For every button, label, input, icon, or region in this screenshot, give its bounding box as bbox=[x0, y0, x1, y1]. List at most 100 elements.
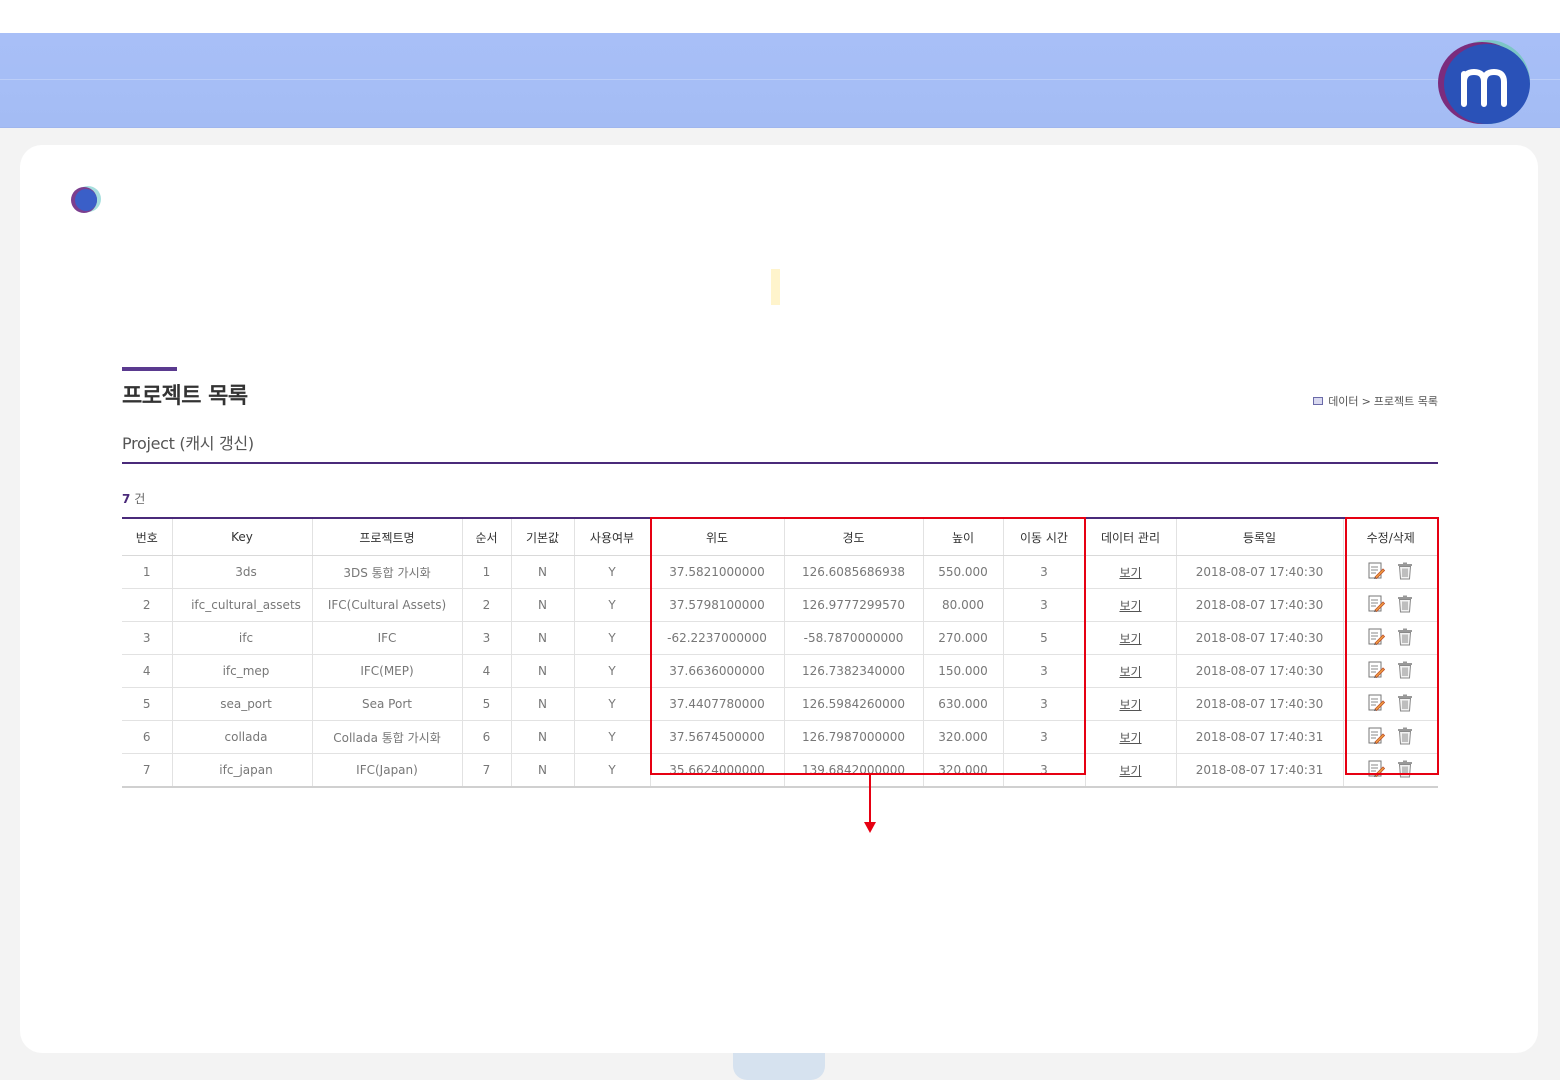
cell-height: 550.000 bbox=[922, 555, 1003, 589]
cell-move-time: 5 bbox=[1002, 621, 1085, 655]
cell-name: Collada 통합 가시화 bbox=[311, 720, 462, 754]
trash-icon[interactable] bbox=[1397, 595, 1413, 616]
cell-key: ifc_cultural_assets bbox=[171, 588, 312, 622]
cell-reg-date: 2018-08-07 17:40:31 bbox=[1175, 753, 1343, 788]
cell-actions bbox=[1342, 588, 1438, 622]
cell-lat: 37.6636000000 bbox=[649, 654, 784, 688]
cell-key: collada bbox=[171, 720, 312, 754]
trash-icon[interactable] bbox=[1397, 562, 1413, 583]
cell-key: ifc_japan bbox=[171, 753, 312, 788]
cell-move-time: 3 bbox=[1002, 654, 1085, 688]
col-header-move-time: 이동 시간 bbox=[1002, 518, 1085, 556]
cell-lat: 37.5821000000 bbox=[649, 555, 784, 589]
table-row: 5 sea_port Sea Port 5 N Y 37.4407780000 126.598… bbox=[122, 687, 1438, 721]
cell-actions bbox=[1342, 555, 1438, 589]
cell-lon: 126.9777299570 bbox=[783, 588, 923, 622]
bottom-handle[interactable] bbox=[733, 1053, 825, 1080]
result-count-unit: 건 bbox=[134, 492, 146, 506]
view-link[interactable]: 보기 bbox=[1119, 665, 1141, 679]
edit-icon[interactable] bbox=[1368, 727, 1386, 748]
cell-use: Y bbox=[573, 555, 650, 589]
cell-reg-date: 2018-08-07 17:40:30 bbox=[1175, 687, 1343, 721]
cell-lat: 37.5798100000 bbox=[649, 588, 784, 622]
cell-reg-date: 2018-08-07 17:40:31 bbox=[1175, 720, 1343, 754]
view-link[interactable]: 보기 bbox=[1119, 731, 1141, 745]
cell-default: N bbox=[510, 720, 574, 754]
page-title: 프로젝트 목록 bbox=[122, 384, 248, 409]
breadcrumb-separator: > bbox=[1361, 394, 1371, 408]
cell-lon: -58.7870000000 bbox=[783, 621, 923, 655]
cell-move-time: 3 bbox=[1002, 720, 1085, 754]
cell-height: 270.000 bbox=[922, 621, 1003, 655]
cell-move-time: 3 bbox=[1002, 687, 1085, 721]
view-link[interactable]: 보기 bbox=[1119, 599, 1141, 613]
cell-reg-date: 2018-08-07 17:40:30 bbox=[1175, 621, 1343, 655]
cell-key: ifc bbox=[171, 621, 312, 655]
table-row: 4 ifc_mep IFC(MEP) 4 N Y 37.6636000000 126.7382… bbox=[122, 654, 1438, 688]
col-header-key: Key bbox=[171, 518, 312, 556]
cell-data-mgmt: 보기 bbox=[1084, 753, 1176, 788]
cell-use: Y bbox=[573, 687, 650, 721]
trash-icon[interactable] bbox=[1397, 628, 1413, 649]
sub-title-cache-refresh[interactable]: Project (캐시 갱신) bbox=[122, 430, 254, 454]
breadcrumb-parent[interactable]: 데이터 bbox=[1328, 393, 1358, 409]
cell-move-time: 3 bbox=[1002, 588, 1085, 622]
cell-height: 320.000 bbox=[922, 720, 1003, 754]
dot-logo-icon bbox=[71, 186, 101, 213]
cell-actions bbox=[1342, 687, 1438, 721]
cell-order: 4 bbox=[461, 654, 511, 688]
table-row: 7 ifc_japan IFC(Japan) 7 N Y 35.6624000000 139.… bbox=[122, 753, 1438, 788]
cell-order: 5 bbox=[461, 687, 511, 721]
cell-use: Y bbox=[573, 753, 650, 788]
cell-lon: 126.7987000000 bbox=[783, 720, 923, 754]
edit-icon[interactable] bbox=[1368, 760, 1386, 781]
table-row: 6 collada Collada 통합 가시화 6 N Y 37.5674500000 12… bbox=[122, 720, 1438, 754]
view-link[interactable]: 보기 bbox=[1119, 632, 1141, 646]
edit-icon[interactable] bbox=[1368, 562, 1386, 583]
top-bar bbox=[0, 0, 1560, 33]
view-link[interactable]: 보기 bbox=[1119, 698, 1141, 712]
logo-m-icon[interactable] bbox=[1436, 38, 1532, 126]
cell-default: N bbox=[510, 687, 574, 721]
col-header-reg-date: 등록일 bbox=[1175, 518, 1343, 556]
cell-no: 1 bbox=[122, 555, 172, 589]
project-table: 번호 Key 프로젝트명 순서 기본값 사용여부 위도 경도 높이 이동 시간 … bbox=[122, 517, 1438, 788]
cell-move-time: 3 bbox=[1002, 555, 1085, 589]
cell-move-time: 3 bbox=[1002, 753, 1085, 788]
table-row: 2 ifc_cultural_assets IFC(Cultural Assets)… bbox=[122, 588, 1438, 622]
cell-no: 3 bbox=[122, 621, 172, 655]
trash-icon[interactable] bbox=[1397, 661, 1413, 682]
title-accent-bar bbox=[122, 367, 177, 371]
cell-use: Y bbox=[573, 621, 650, 655]
cell-actions bbox=[1342, 753, 1438, 788]
cell-key: sea_port bbox=[171, 687, 312, 721]
title-divider bbox=[122, 462, 1438, 464]
trash-icon[interactable] bbox=[1397, 727, 1413, 748]
edit-icon[interactable] bbox=[1368, 628, 1386, 649]
cell-no: 4 bbox=[122, 654, 172, 688]
cell-actions bbox=[1342, 621, 1438, 655]
view-link[interactable]: 보기 bbox=[1119, 566, 1141, 580]
trash-icon[interactable] bbox=[1397, 760, 1413, 781]
view-link[interactable]: 보기 bbox=[1119, 764, 1141, 778]
cell-name: Sea Port bbox=[311, 687, 462, 721]
breadcrumb: 데이터 > 프로젝트 목록 bbox=[1313, 393, 1438, 409]
cell-actions bbox=[1342, 654, 1438, 688]
cell-name: IFC(Cultural Assets) bbox=[311, 588, 462, 622]
edit-icon[interactable] bbox=[1368, 661, 1386, 682]
col-header-data-mgmt: 데이터 관리 bbox=[1084, 518, 1176, 556]
col-header-lon: 경도 bbox=[783, 518, 923, 556]
edit-icon[interactable] bbox=[1368, 694, 1386, 715]
result-count: 7 건 bbox=[122, 490, 145, 507]
cell-no: 2 bbox=[122, 588, 172, 622]
cell-default: N bbox=[510, 654, 574, 688]
cell-height: 630.000 bbox=[922, 687, 1003, 721]
col-header-height: 높이 bbox=[922, 518, 1003, 556]
edit-icon[interactable] bbox=[1368, 595, 1386, 616]
cell-lat: 35.6624000000 bbox=[649, 753, 784, 788]
trash-icon[interactable] bbox=[1397, 694, 1413, 715]
breadcrumb-current: 프로젝트 목록 bbox=[1373, 395, 1438, 408]
cell-lon: 139.6842000000 bbox=[783, 753, 923, 788]
cell-data-mgmt: 보기 bbox=[1084, 555, 1176, 589]
result-count-value: 7 bbox=[122, 492, 131, 506]
